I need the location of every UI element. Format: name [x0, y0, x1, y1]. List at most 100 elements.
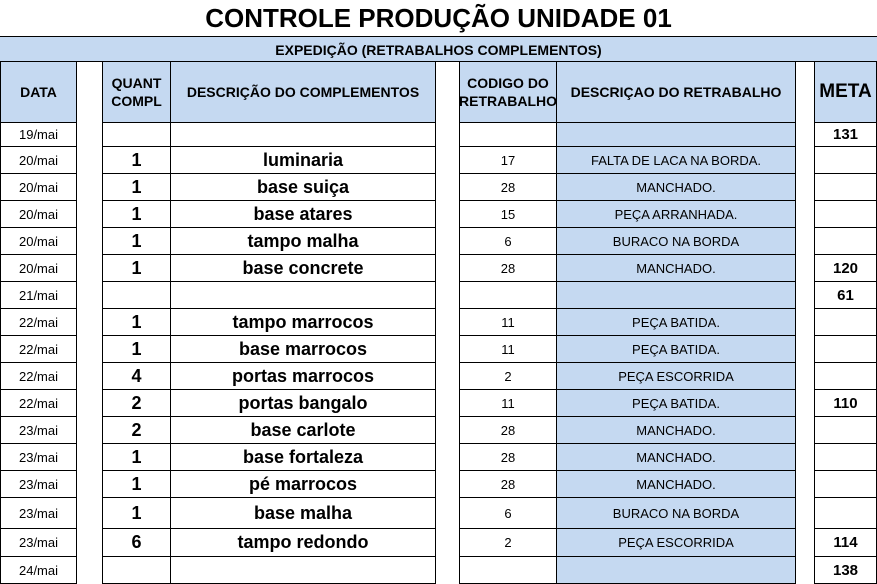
row-2-desc: luminaria — [170, 146, 436, 174]
row-11-meta: 110 — [814, 389, 877, 417]
row-8-meta — [814, 308, 877, 336]
row-11-desc: portas bangalo — [170, 389, 436, 417]
row-2-date: 20/mai — [0, 146, 77, 174]
row-15-date: 23/mai — [0, 497, 77, 529]
row-6-meta: 120 — [814, 254, 877, 282]
row-12-meta — [814, 416, 877, 444]
row-15-qty: 1 — [102, 497, 171, 529]
row-11-code: 11 — [459, 389, 557, 417]
row-4-code: 15 — [459, 200, 557, 228]
row-5-qty: 1 — [102, 227, 171, 255]
row-2-qty: 1 — [102, 146, 171, 174]
row-8-retr: PEÇA BATIDA. — [556, 308, 796, 336]
row-13-date: 23/mai — [0, 443, 77, 471]
header-qty: QUANT COMPL — [102, 61, 171, 123]
row-13-retr: MANCHADO. — [556, 443, 796, 471]
row-8-desc: tampo marrocos — [170, 308, 436, 336]
row-8-code: 11 — [459, 308, 557, 336]
row-8-date: 22/mai — [0, 308, 77, 336]
row-4-retr: PEÇA ARRANHADA. — [556, 200, 796, 228]
header-code: CODIGO DO RETRABALHO — [459, 61, 557, 123]
row-16-meta: 114 — [814, 528, 877, 557]
row-13-qty: 1 — [102, 443, 171, 471]
row-1-date: 19/mai — [0, 122, 77, 147]
header-retr: DESCRIÇAO DO RETRABALHO — [556, 61, 796, 123]
row-10-desc: portas marrocos — [170, 362, 436, 390]
row-14-desc: pé marrocos — [170, 470, 436, 498]
row-7-meta: 61 — [814, 281, 877, 309]
row-5-code: 6 — [459, 227, 557, 255]
row-14-date: 23/mai — [0, 470, 77, 498]
row-2-retr: FALTA DE LACA NA BORDA. — [556, 146, 796, 174]
row-16-code: 2 — [459, 528, 557, 557]
row-13-meta — [814, 443, 877, 471]
row-14-qty: 1 — [102, 470, 171, 498]
row-10-date: 22/mai — [0, 362, 77, 390]
row-14-meta — [814, 470, 877, 498]
row-3-desc: base suiça — [170, 173, 436, 201]
row-2-code: 17 — [459, 146, 557, 174]
row-17-meta: 138 — [814, 556, 877, 584]
row-7-desc — [170, 281, 436, 309]
row-5-retr: BURACO NA BORDA — [556, 227, 796, 255]
row-12-date: 23/mai — [0, 416, 77, 444]
row-15-retr: BURACO NA BORDA — [556, 497, 796, 529]
row-16-date: 23/mai — [0, 528, 77, 557]
row-4-qty: 1 — [102, 200, 171, 228]
row-13-code: 28 — [459, 443, 557, 471]
row-4-meta — [814, 200, 877, 228]
row-9-qty: 1 — [102, 335, 171, 363]
row-6-code: 28 — [459, 254, 557, 282]
row-7-retr — [556, 281, 796, 309]
row-3-code: 28 — [459, 173, 557, 201]
row-1-code — [459, 122, 557, 147]
row-16-qty: 6 — [102, 528, 171, 557]
row-16-retr: PEÇA ESCORRIDA — [556, 528, 796, 557]
row-10-code: 2 — [459, 362, 557, 390]
row-16-desc: tampo redondo — [170, 528, 436, 557]
row-5-meta — [814, 227, 877, 255]
row-12-desc: base carlote — [170, 416, 436, 444]
row-9-code: 11 — [459, 335, 557, 363]
row-17-code — [459, 556, 557, 584]
row-6-desc: base concrete — [170, 254, 436, 282]
row-5-desc: tampo malha — [170, 227, 436, 255]
row-3-meta — [814, 173, 877, 201]
row-10-meta — [814, 362, 877, 390]
row-10-qty: 4 — [102, 362, 171, 390]
row-4-date: 20/mai — [0, 200, 77, 228]
row-11-retr: PEÇA BATIDA. — [556, 389, 796, 417]
row-1-meta: 131 — [814, 122, 877, 147]
row-1-qty — [102, 122, 171, 147]
row-12-qty: 2 — [102, 416, 171, 444]
header-desc: DESCRIÇÃO DO COMPLEMENTOS — [170, 61, 436, 123]
header-date: DATA — [0, 61, 77, 123]
row-6-qty: 1 — [102, 254, 171, 282]
row-3-date: 20/mai — [0, 173, 77, 201]
row-11-date: 22/mai — [0, 389, 77, 417]
header-meta: META — [814, 61, 877, 123]
row-11-qty: 2 — [102, 389, 171, 417]
row-13-desc: base fortaleza — [170, 443, 436, 471]
row-6-retr: MANCHADO. — [556, 254, 796, 282]
row-12-retr: MANCHADO. — [556, 416, 796, 444]
row-15-desc: base malha — [170, 497, 436, 529]
row-4-desc: base atares — [170, 200, 436, 228]
row-15-code: 6 — [459, 497, 557, 529]
page-title: CONTROLE PRODUÇÃO UNIDADE 01 — [205, 3, 672, 33]
row-14-code: 28 — [459, 470, 557, 498]
row-15-meta — [814, 497, 877, 529]
row-14-retr: MANCHADO. — [556, 470, 796, 498]
row-7-date: 21/mai — [0, 281, 77, 309]
row-2-meta — [814, 146, 877, 174]
row-17-retr — [556, 556, 796, 584]
section-subtitle: EXPEDIÇÃO (RETRABALHOS COMPLEMENTOS) — [0, 36, 877, 62]
row-8-qty: 1 — [102, 308, 171, 336]
row-12-code: 28 — [459, 416, 557, 444]
row-9-desc: base marrocos — [170, 335, 436, 363]
row-9-date: 22/mai — [0, 335, 77, 363]
row-17-desc — [170, 556, 436, 584]
row-9-meta — [814, 335, 877, 363]
row-3-retr: MANCHADO. — [556, 173, 796, 201]
row-3-qty: 1 — [102, 173, 171, 201]
